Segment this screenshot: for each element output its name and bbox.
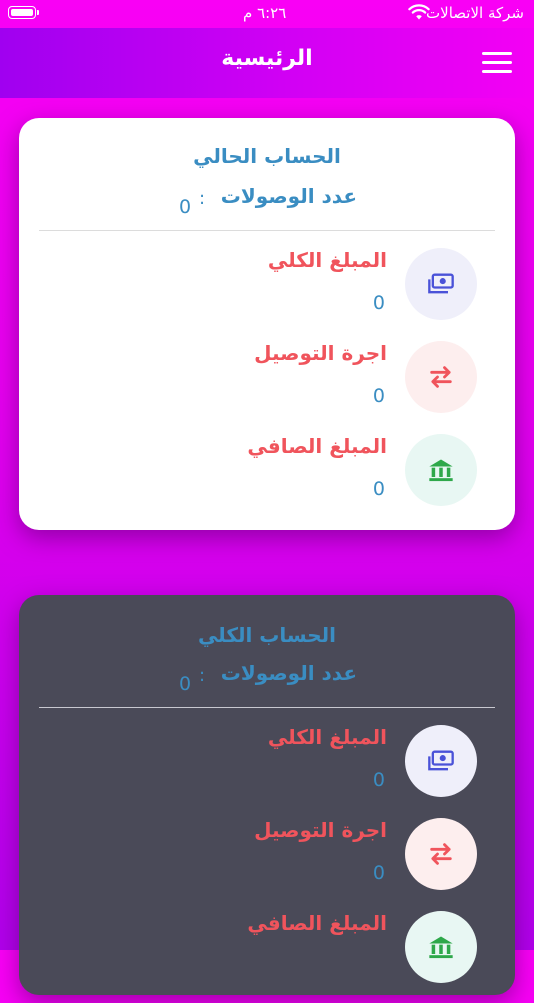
- delivery-fee-value: 0: [372, 862, 385, 884]
- count-separator: :: [199, 188, 206, 209]
- delivery-fee-label: اجرة التوصيل: [254, 818, 387, 842]
- net-amount-row: المبلغ الصافي: [19, 911, 515, 1003]
- money-icon: [405, 725, 477, 797]
- menu-button[interactable]: [482, 52, 512, 74]
- net-amount-row: المبلغ الصافي 0: [19, 434, 515, 526]
- divider: [39, 707, 495, 708]
- hamburger-icon-line: [482, 61, 512, 64]
- divider: [39, 230, 495, 231]
- receipts-count-value: 0: [179, 673, 192, 695]
- current-account-card: الحساب الحالي عدد الوصولات : 0 المبلغ ال…: [19, 118, 515, 530]
- delivery-fee-row: اجرة التوصيل 0: [19, 818, 515, 910]
- total-amount-label: المبلغ الكلي: [267, 248, 387, 272]
- total-amount-value: 0: [372, 292, 385, 314]
- app-header: الرئيسية: [0, 28, 534, 98]
- count-separator: :: [199, 665, 206, 686]
- delivery-fee-value: 0: [372, 385, 385, 407]
- total-amount-row: المبلغ الكلي 0: [19, 725, 515, 817]
- battery-icon: [8, 6, 39, 19]
- hamburger-icon-line: [482, 52, 512, 55]
- net-amount-label: المبلغ الصافي: [247, 434, 387, 458]
- swap-arrows-icon: [405, 818, 477, 890]
- status-time: ٦:٢٦ م: [243, 4, 287, 22]
- hamburger-icon-line: [482, 70, 512, 73]
- swap-arrows-icon: [405, 341, 477, 413]
- delivery-fee-label: اجرة التوصيل: [254, 341, 387, 365]
- card-title: الحساب الحالي: [193, 144, 341, 168]
- page-title: الرئيسية: [221, 46, 313, 71]
- total-account-card: الحساب الكلي عدد الوصولات : 0 المبلغ الك…: [19, 595, 515, 995]
- bank-icon: [405, 434, 477, 506]
- total-amount-label: المبلغ الكلي: [267, 725, 387, 749]
- total-amount-value: 0: [372, 769, 385, 791]
- status-bar: ٦:٢٦ م شركة الاتصالات: [0, 0, 534, 28]
- carrier-name: شركة الاتصالات: [426, 4, 524, 22]
- net-amount-value: 0: [372, 478, 385, 500]
- total-amount-row: المبلغ الكلي 0: [19, 248, 515, 340]
- receipts-count-label: عدد الوصولات: [220, 184, 357, 208]
- receipts-count-label: عدد الوصولات: [220, 661, 357, 685]
- money-icon: [405, 248, 477, 320]
- net-amount-label: المبلغ الصافي: [247, 911, 387, 935]
- receipts-count-value: 0: [179, 196, 192, 218]
- bank-icon: [405, 911, 477, 983]
- delivery-fee-row: اجرة التوصيل 0: [19, 341, 515, 433]
- card-title: الحساب الكلي: [197, 623, 337, 647]
